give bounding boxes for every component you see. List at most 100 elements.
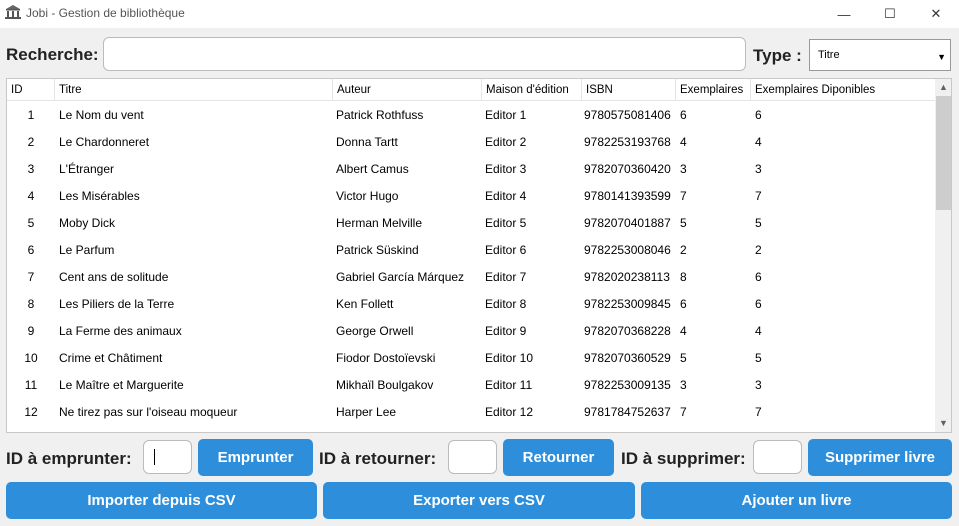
return-id-input[interactable] xyxy=(448,440,497,474)
cell-exemplaires: 3 xyxy=(680,378,687,392)
cell-id: 9 xyxy=(27,324,35,338)
cell-auteur: Ken Follett xyxy=(336,297,394,311)
search-label: Recherche: xyxy=(6,45,99,64)
add-book-button[interactable]: Ajouter un livre xyxy=(641,482,952,519)
column-header-id[interactable]: ID xyxy=(7,79,55,101)
scroll-down-icon[interactable]: ▼ xyxy=(935,415,951,432)
vertical-scrollbar[interactable]: ▲ ▼ xyxy=(935,79,951,432)
table-row[interactable]: 9 La Ferme des animaux George Orwell Editor… xyxy=(7,318,935,345)
table-row[interactable]: 5 Moby Dick Herman Melville Editor 5 9782070… xyxy=(7,210,935,237)
close-button[interactable]: ✕ xyxy=(913,0,959,28)
export-csv-button[interactable]: Exporter vers CSV xyxy=(323,482,635,519)
cell-auteur: George Orwell xyxy=(336,324,414,338)
cell-exemplaires: 7 xyxy=(680,405,687,419)
cell-isbn: 9782070368228 xyxy=(584,324,671,338)
cell-titre: Le Maître et Marguerite xyxy=(59,378,184,392)
cell-exemplaires: 4 xyxy=(680,324,687,338)
cell-editeur: Editor 11 xyxy=(485,378,533,392)
cell-titre: L'Étranger xyxy=(59,162,114,176)
cell-isbn: 9782070360420 xyxy=(584,162,671,176)
cell-id: 11 xyxy=(24,378,38,392)
text-caret xyxy=(154,449,155,465)
type-label: Type : xyxy=(753,46,802,65)
cell-titre: Moby Dick xyxy=(59,216,116,230)
delete-book-button[interactable]: Supprimer livre xyxy=(808,439,952,476)
cell-titre: La Ferme des animaux xyxy=(59,324,182,338)
table-body: 1 Le Nom du vent Patrick Rothfuss Editor 1 9… xyxy=(7,102,935,426)
cell-exemplaires-disponibles: 5 xyxy=(755,351,762,365)
scrollbar-thumb[interactable] xyxy=(936,96,951,210)
return-id-label: ID à retourner: xyxy=(319,449,437,468)
type-select[interactable]: Titre ▼ xyxy=(809,39,951,71)
cell-editeur: Editor 3 xyxy=(485,162,527,176)
cell-exemplaires: 7 xyxy=(680,189,687,203)
column-header-exemplaires-disponibles[interactable]: Exemplaires Diponibles xyxy=(751,79,935,101)
table-row[interactable]: 10 Crime et Châtiment Fiodor Dostoïevski Ed… xyxy=(7,345,935,372)
library-app-icon xyxy=(5,5,21,19)
cell-isbn: 9780575081406 xyxy=(584,108,671,122)
cell-exemplaires-disponibles: 4 xyxy=(755,324,762,338)
cell-auteur: Victor Hugo xyxy=(336,189,399,203)
cell-exemplaires: 2 xyxy=(680,243,687,257)
cell-isbn: 9780141393599 xyxy=(584,189,671,203)
column-header-exemplaires[interactable]: Exemplaires xyxy=(676,79,751,101)
cell-exemplaires: 4 xyxy=(680,135,687,149)
table-row[interactable]: 4 Les Misérables Victor Hugo Editor 4 978014… xyxy=(7,183,935,210)
column-header-titre[interactable]: Titre xyxy=(55,79,333,101)
cell-exemplaires-disponibles: 7 xyxy=(755,189,762,203)
table-row[interactable]: 1 Le Nom du vent Patrick Rothfuss Editor 1 9… xyxy=(7,102,935,129)
table-row[interactable]: 11 Le Maître et Marguerite Mikhaïl Boulgak… xyxy=(7,372,935,399)
scroll-up-icon[interactable]: ▲ xyxy=(935,79,951,96)
cell-isbn: 9782020238113 xyxy=(584,270,670,284)
cell-editeur: Editor 7 xyxy=(485,270,527,284)
cell-id: 3 xyxy=(27,162,35,176)
cell-id: 8 xyxy=(27,297,35,311)
table-row[interactable]: 8 Les Piliers de la Terre Ken Follett Edito… xyxy=(7,291,935,318)
cell-editeur: Editor 5 xyxy=(485,216,527,230)
cell-titre: Cent ans de solitude xyxy=(59,270,169,284)
cell-id: 1 xyxy=(27,108,35,122)
table-row[interactable]: 2 Le Chardonneret Donna Tartt Editor 2 97822… xyxy=(7,129,935,156)
cell-id: 6 xyxy=(27,243,35,257)
column-header-isbn[interactable]: ISBN xyxy=(582,79,676,101)
books-table[interactable]: ID Titre Auteur Maison d'édition ISBN Ex… xyxy=(6,78,952,433)
cell-isbn: 9782253193768 xyxy=(584,135,671,149)
cell-editeur: Editor 6 xyxy=(485,243,527,257)
search-input[interactable] xyxy=(103,37,746,71)
cell-exemplaires-disponibles: 6 xyxy=(755,270,762,284)
column-header-auteur[interactable]: Auteur xyxy=(333,79,482,101)
cell-exemplaires: 3 xyxy=(680,162,687,176)
cell-exemplaires-disponibles: 2 xyxy=(755,243,762,257)
cell-titre: Le Chardonneret xyxy=(59,135,150,149)
borrow-id-input[interactable] xyxy=(143,440,192,474)
cell-auteur: Herman Melville xyxy=(336,216,423,230)
cell-titre: Le Nom du vent xyxy=(59,108,144,122)
table-row[interactable]: 6 Le Parfum Patrick Süskind Editor 6 9782253… xyxy=(7,237,935,264)
cell-isbn: 9782253009845 xyxy=(584,297,671,311)
type-select-value: Titre xyxy=(818,49,840,61)
cell-editeur: Editor 10 xyxy=(485,351,534,365)
cell-editeur: Editor 12 xyxy=(485,405,534,419)
import-csv-button[interactable]: Importer depuis CSV xyxy=(6,482,317,519)
cell-exemplaires: 6 xyxy=(680,297,687,311)
cell-id: 10 xyxy=(24,351,38,365)
cell-id: 5 xyxy=(27,216,35,230)
dropdown-arrow-icon: ▼ xyxy=(937,52,946,62)
borrow-button[interactable]: Emprunter xyxy=(198,439,313,476)
maximize-button[interactable]: ☐ xyxy=(867,0,913,28)
cell-exemplaires-disponibles: 6 xyxy=(755,108,762,122)
minimize-button[interactable]: — xyxy=(821,0,867,28)
table-header: ID Titre Auteur Maison d'édition ISBN Ex… xyxy=(7,79,935,101)
return-button[interactable]: Retourner xyxy=(503,439,614,476)
delete-id-label: ID à supprimer: xyxy=(621,449,746,468)
column-header-editeur[interactable]: Maison d'édition xyxy=(482,79,582,101)
cell-exemplaires-disponibles: 3 xyxy=(755,378,762,392)
table-row[interactable]: 3 L'Étranger Albert Camus Editor 3 978207036… xyxy=(7,156,935,183)
cell-id: 2 xyxy=(27,135,35,149)
delete-id-input[interactable] xyxy=(753,440,802,474)
window-titlebar: Jobi - Gestion de bibliothèque — ☐ ✕ xyxy=(0,0,959,28)
cell-exemplaires: 5 xyxy=(680,216,687,230)
table-row[interactable]: 7 Cent ans de solitude Gabriel García Márq… xyxy=(7,264,935,291)
cell-auteur: Donna Tartt xyxy=(336,135,398,149)
table-row[interactable]: 12 Ne tirez pas sur l'oiseau moqueur Harpe… xyxy=(7,399,935,426)
